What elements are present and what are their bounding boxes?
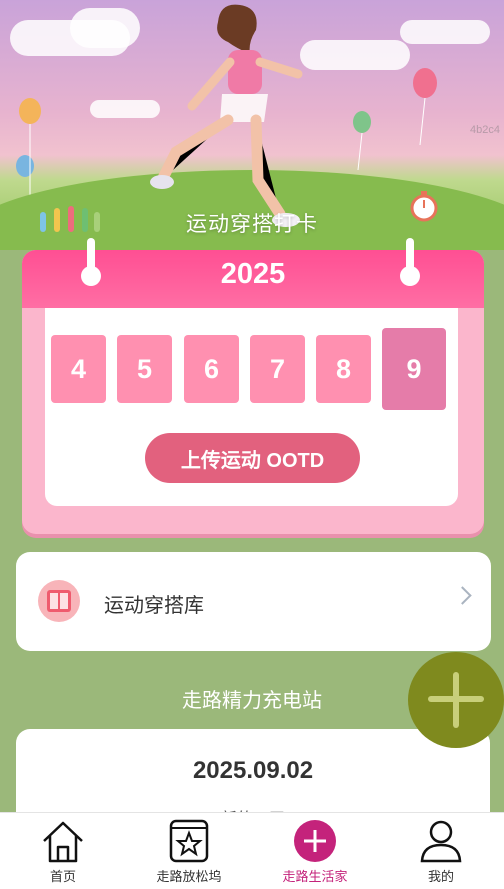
- calendar-body: 4 5 6 7 8 9 上传运动 OOTD: [45, 308, 458, 506]
- tab-label: 走路放松坞: [156, 869, 222, 884]
- runner-illustration: [150, 4, 303, 227]
- tab-profile[interactable]: 我的: [378, 813, 504, 889]
- calendar-day[interactable]: 7: [250, 335, 305, 403]
- calendar-day[interactable]: 6: [184, 335, 239, 403]
- plus-icon: [453, 672, 459, 728]
- cloud: [70, 8, 140, 48]
- cloud: [400, 20, 490, 44]
- calendar-day[interactable]: 5: [117, 335, 172, 403]
- balloon-icon: [413, 68, 437, 145]
- chevron-right-icon: [453, 586, 472, 605]
- calendar-day-selected[interactable]: 9: [382, 328, 446, 410]
- outfit-library-card[interactable]: 运动穿搭库: [16, 552, 491, 651]
- calendar-ring-ball: [81, 266, 101, 286]
- wardrobe-icon: [38, 580, 80, 622]
- daily-date: 2025.09.02: [192, 757, 314, 784]
- tab-relax[interactable]: 走路放松坞: [126, 813, 252, 889]
- watermark: 4b2c4: [470, 124, 500, 136]
- tab-label: 走路生活家: [282, 869, 348, 884]
- tab-label: 我的: [427, 869, 454, 884]
- hero-title: 运动穿搭打卡: [186, 213, 318, 236]
- home-icon: [43, 821, 83, 863]
- tab-label: 首页: [49, 869, 76, 884]
- balloon-icon: [353, 111, 371, 170]
- cloud: [300, 40, 410, 70]
- tab-home[interactable]: 首页: [0, 813, 126, 889]
- calendar-ring-ball: [400, 266, 420, 286]
- user-icon: [420, 820, 462, 863]
- balloon-icon: [16, 98, 41, 206]
- checkin-calendar: 2025 4 5 6 7 8 9 上传运动 OOTD: [22, 238, 484, 534]
- calendar-day[interactable]: 4: [51, 335, 106, 403]
- star-book-icon: [169, 819, 209, 863]
- upload-ootd-button[interactable]: 上传运动 OOTD: [145, 433, 360, 483]
- bottom-tab-bar: 首页 走路放松坞 走路生活家 我的: [0, 812, 504, 889]
- tab-walker[interactable]: 走路生活家: [252, 813, 378, 889]
- calendar-day[interactable]: 8: [316, 335, 371, 403]
- plus-circle-icon: [294, 820, 336, 862]
- outfit-library-label: 运动穿搭库: [104, 595, 204, 617]
- add-floating-button[interactable]: [408, 652, 504, 748]
- hero-banner: 4b2c4 运动穿搭打卡: [0, 0, 504, 250]
